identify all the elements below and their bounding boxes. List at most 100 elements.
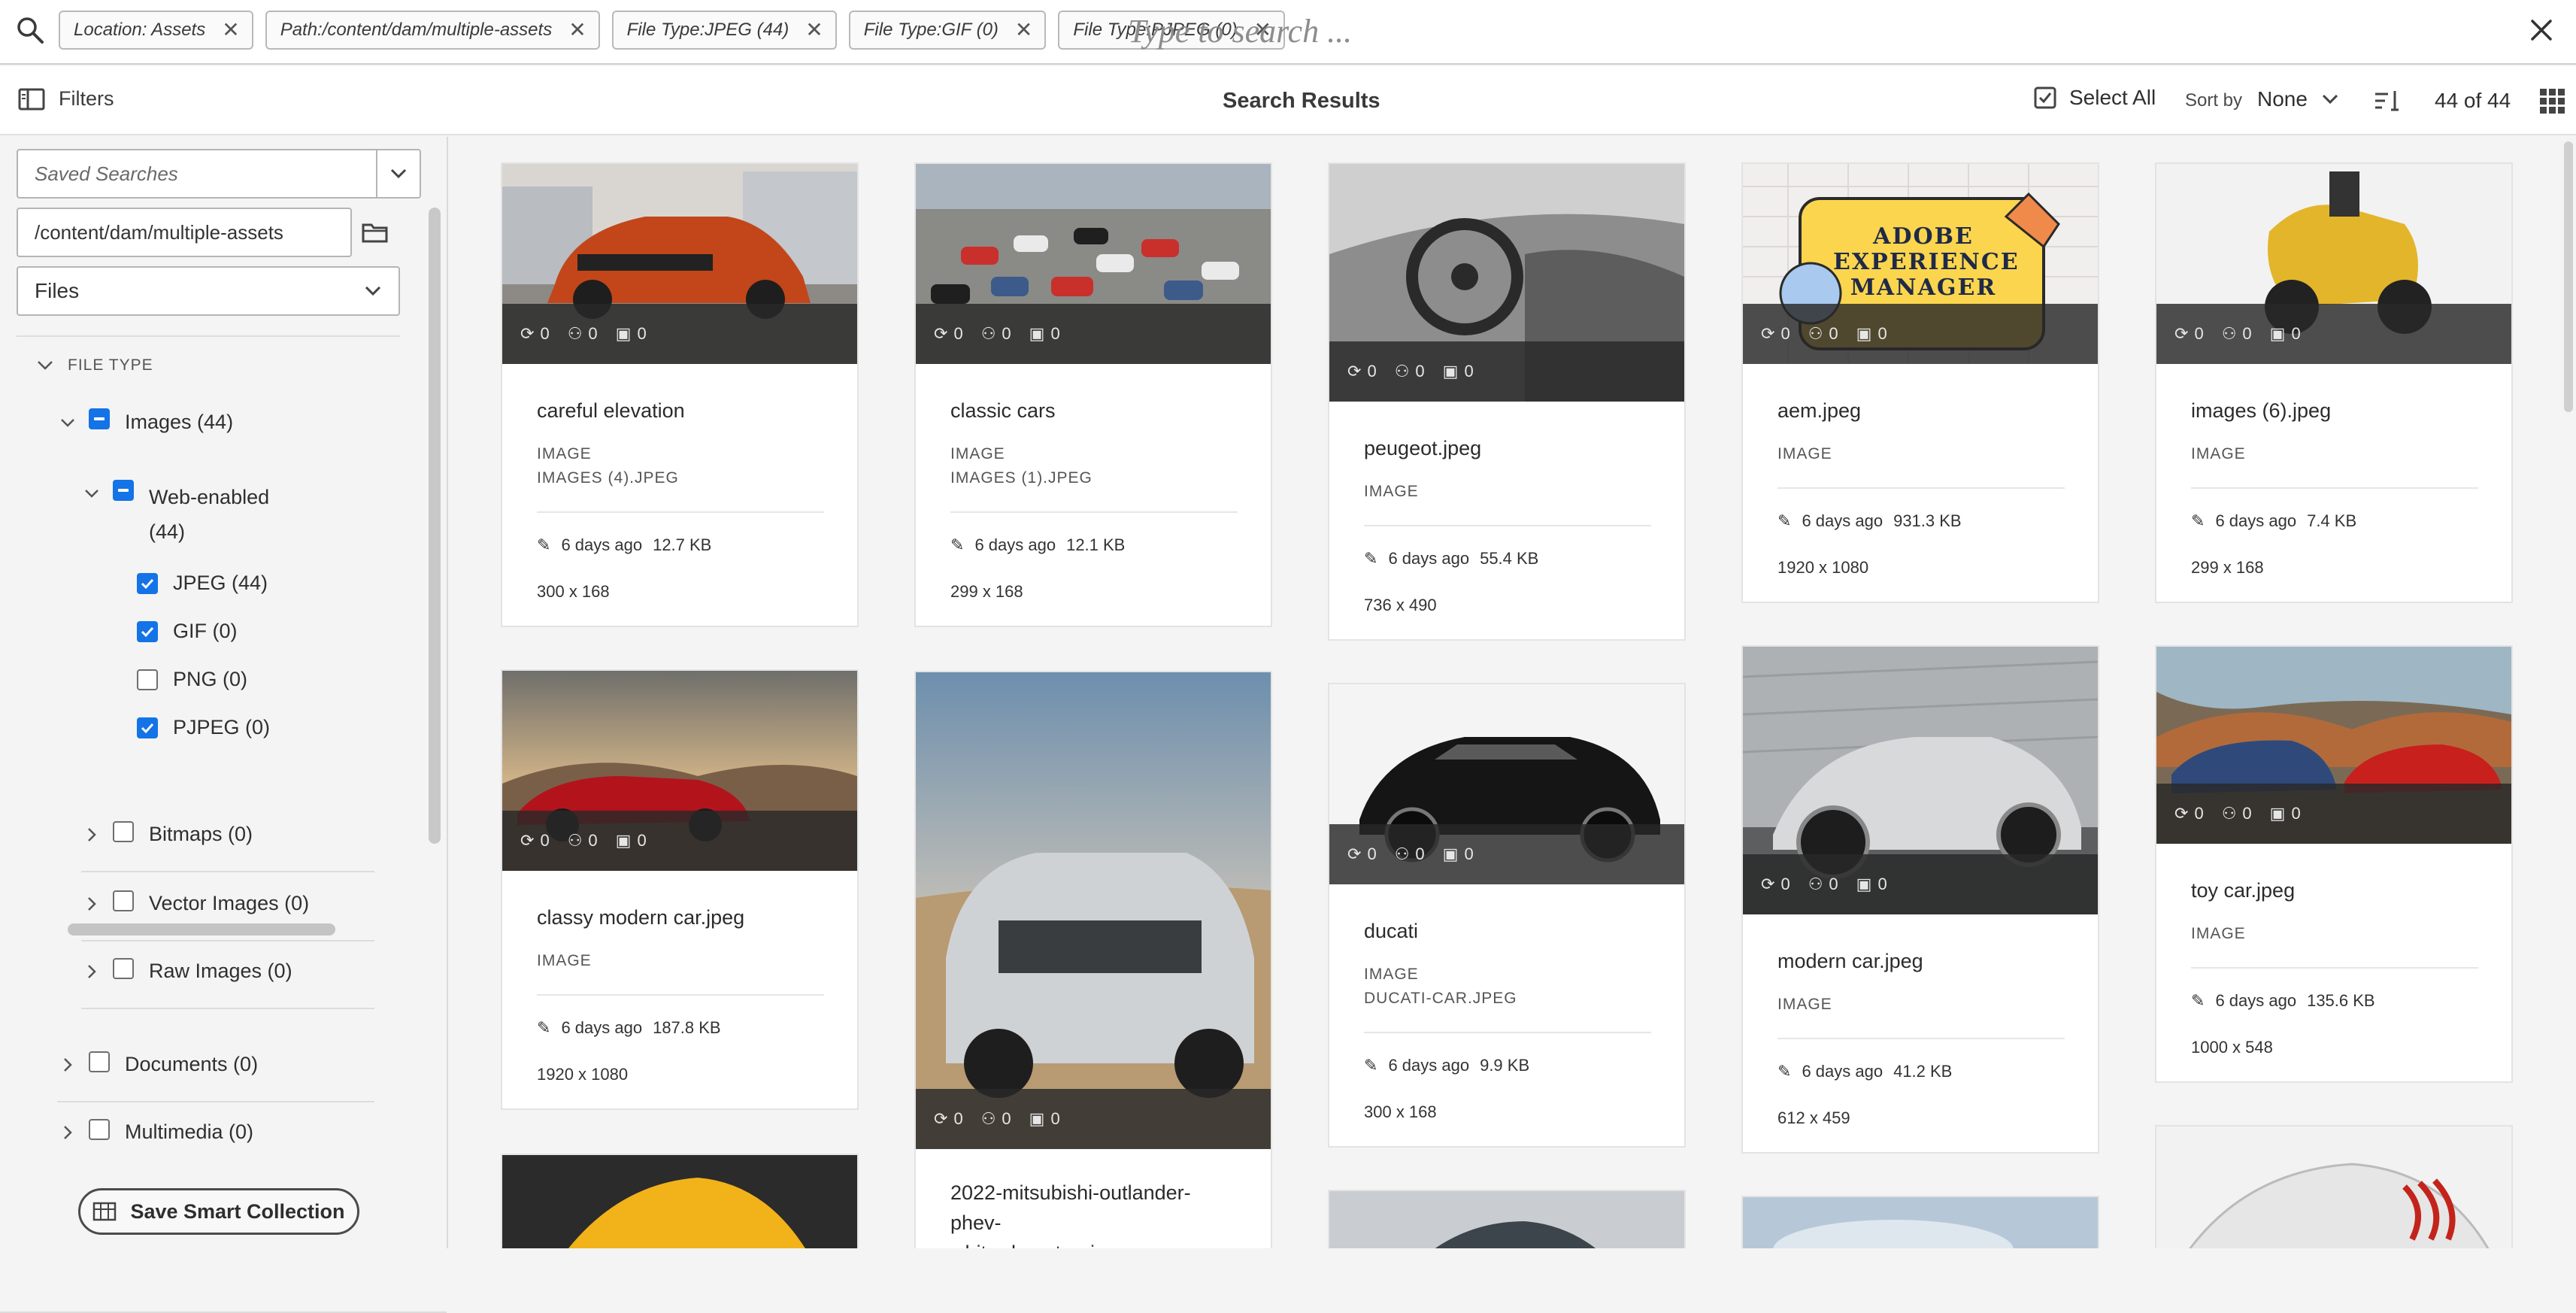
chevron-down-icon[interactable] [81, 483, 102, 504]
asset-type: IMAGE [950, 445, 1005, 462]
facet-file-type-header[interactable]: FILE TYPE [36, 356, 153, 374]
close-icon[interactable] [2525, 14, 2558, 47]
asset-thumbnail: ⟳ 0 ⚇ 0 ▣ 0 [916, 164, 1271, 364]
tree-item-images[interactable]: Images (44) [57, 408, 233, 434]
versions-icon: ⟳ [1347, 845, 1362, 863]
remove-tag-icon[interactable]: ✕ [805, 20, 823, 41]
asset-card[interactable]: ⟳ 0 ⚇ 0 ▣ 0 images (6).jpeg IMAGE ✎ 6 days … [2155, 162, 2513, 603]
asset-card[interactable]: ADOBE EXPERIENCE MANAGER ⟳ 0 ⚇ 0 ▣ 0 aem.jp… [1741, 162, 2099, 603]
divider [1364, 1032, 1651, 1033]
saved-searches-combobox[interactable]: Saved Searches [17, 149, 421, 199]
comments-meta: ⚇ 0 [567, 324, 598, 343]
people-icon: ⚇ [1808, 324, 1823, 343]
remove-tag-icon[interactable]: ✕ [568, 20, 586, 41]
asset-card[interactable]: ⟳ 0 ⚇ 0 ▣ 0 careful elevation IMAGE IMAGES … [501, 162, 859, 627]
grid-view-icon[interactable] [2538, 87, 2565, 114]
asset-card[interactable] [2155, 1125, 2513, 1248]
tree-item-png[interactable]: PNG (0) [137, 668, 247, 691]
search-icon[interactable] [15, 15, 45, 45]
jpeg-checkbox[interactable] [137, 572, 158, 594]
chevron-right-icon[interactable] [81, 893, 102, 914]
remove-tag-icon[interactable]: ✕ [1015, 20, 1032, 41]
sort-order-icon[interactable] [2373, 87, 2400, 114]
path-field[interactable]: /content/dam/multiple-assets [17, 208, 352, 257]
search-input[interactable] [1128, 9, 2256, 53]
card-body: toy car.jpeg IMAGE ✎ 6 days ago 135.6 KB… [2156, 844, 2511, 1081]
tree-item-raw-images[interactable]: Raw Images (0) [81, 957, 292, 983]
tree-item-multimedia[interactable]: Multimedia (0) [57, 1118, 253, 1144]
card-body: 2022-mitsubishi-outlander-phev-white-des… [916, 1149, 1271, 1248]
bitmaps-checkbox[interactable] [113, 820, 134, 842]
png-checkbox[interactable] [137, 669, 158, 690]
tree-item-web-enabled[interactable]: Web-enabled (44) [81, 480, 269, 549]
asset-meta-bar: ⟳ 0 ⚇ 0 ▣ 0 [502, 811, 857, 871]
versions-meta: ⟳ 0 [934, 1109, 963, 1128]
remove-tag-icon[interactable]: ✕ [222, 20, 239, 41]
tree-item-bitmaps[interactable]: Bitmaps (0) [81, 820, 253, 846]
people-icon: ⚇ [1808, 875, 1823, 893]
asset-card[interactable]: ⟳ 0 ⚇ 0 ▣ 0 classic cars IMAGE IMAGES (1).J… [914, 162, 1272, 627]
tree-horizontal-scrollbar[interactable] [68, 923, 335, 935]
car-thumbnail-image [2156, 1127, 2511, 1248]
sort-by-dropdown[interactable]: None [2257, 87, 2339, 111]
divider [1777, 487, 2065, 489]
tree-item-gif[interactable]: GIF (0) [137, 620, 238, 643]
chevron-right-icon[interactable] [81, 824, 102, 845]
results-grid: ⟳ 0 ⚇ 0 ▣ 0 careful elevation IMAGE IMAGES … [450, 137, 2555, 1248]
versions-meta: ⟳ 0 [1347, 362, 1377, 381]
versions-icon: ⟳ [520, 831, 535, 850]
images-checkbox[interactable] [89, 408, 110, 429]
divider [81, 940, 374, 942]
asset-card[interactable]: ⟳ 0 ⚇ 0 ▣ 0 classy modern car.jpeg IMAGE ✎ … [501, 669, 859, 1110]
divider [1364, 525, 1651, 526]
asset-card[interactable] [1741, 1196, 2099, 1248]
divider [57, 1101, 374, 1102]
search-bar: Location: Assets ✕ Path:/content/dam/mult… [0, 0, 2576, 65]
tree-item-jpeg[interactable]: JPEG (44) [137, 572, 268, 595]
vector-images-checkbox[interactable] [113, 890, 134, 911]
comments-meta: ⚇ 0 [980, 324, 1011, 343]
asset-card[interactable]: ⟳ 0 ⚇ 0 ▣ 0 modern car.jpeg IMAGE ✎ 6 days … [1741, 645, 2099, 1154]
rail-scrollbar[interactable] [429, 208, 441, 844]
asset-card[interactable]: ⟳ 0 ⚇ 0 ▣ 0 2022-mitsubishi-outlander-phev-… [914, 671, 1272, 1248]
documents-checkbox[interactable] [89, 1051, 110, 1072]
asset-card[interactable] [501, 1154, 859, 1248]
sort-by-label: Sort by [2185, 90, 2243, 111]
tree-item-pjpeg[interactable]: PJPEG (0) [137, 716, 270, 739]
asset-card[interactable]: ⟳ 0 ⚇ 0 ▣ 0 toy car.jpeg IMAGE ✎ 6 days ago… [2155, 645, 2513, 1083]
results-scrollbar[interactable] [2564, 141, 2573, 412]
chevron-right-icon[interactable] [57, 1054, 78, 1075]
divider [81, 1008, 374, 1009]
raw-images-checkbox[interactable] [113, 957, 134, 979]
asset-modified-row: ✎ 6 days ago 7.4 KB [2191, 511, 2357, 530]
asset-card[interactable]: ⟳ 0 ⚇ 0 ▣ 0 ducati IMAGE DUCATI-CAR.JPEG ✎ … [1328, 683, 1686, 1148]
files-select[interactable]: Files [17, 266, 400, 316]
select-all-button[interactable]: Select All [2033, 86, 2156, 110]
page-title: Search Results [1223, 89, 1380, 113]
asset-card[interactable]: ⟳ 0 ⚇ 0 ▣ 0 peugeot.jpeg IMAGE ✎ 6 days ago… [1328, 162, 1686, 641]
pencil-icon: ✎ [1364, 549, 1378, 568]
chevron-down-icon[interactable] [57, 412, 78, 433]
asset-card[interactable] [1328, 1190, 1686, 1248]
saved-searches-dropdown-button[interactable] [377, 150, 420, 197]
web-enabled-checkbox[interactable] [113, 480, 134, 501]
asset-modified-row: ✎ 6 days ago 55.4 KB [1364, 549, 1539, 568]
multimedia-checkbox[interactable] [89, 1118, 110, 1140]
chevron-right-icon[interactable] [81, 961, 102, 982]
card-body: careful elevation IMAGE IMAGES (4).JPEG … [502, 364, 857, 626]
chevron-right-icon[interactable] [57, 1122, 78, 1143]
tree-item-documents[interactable]: Documents (0) [57, 1051, 258, 1076]
tasks-icon: ▣ [1029, 324, 1045, 343]
pjpeg-checkbox[interactable] [137, 717, 158, 738]
versions-icon: ⟳ [1347, 362, 1362, 381]
filters-toggle-button[interactable]: Filters [18, 87, 114, 111]
suv-thumbnail-image [916, 672, 1271, 1149]
comments-meta: ⚇ 0 [1394, 362, 1425, 381]
tree-item-vector-images[interactable]: Vector Images (0) [81, 890, 309, 915]
card-body: ducati IMAGE DUCATI-CAR.JPEG ✎ 6 days ag… [1329, 884, 1684, 1146]
path-browser-button[interactable] [355, 212, 395, 253]
asset-filename: IMAGES (1).JPEG [950, 469, 1093, 487]
save-smart-collection-button[interactable]: Save Smart Collection [78, 1188, 359, 1235]
comments-meta: ⚇ 0 [1394, 845, 1425, 863]
gif-checkbox[interactable] [137, 620, 158, 642]
